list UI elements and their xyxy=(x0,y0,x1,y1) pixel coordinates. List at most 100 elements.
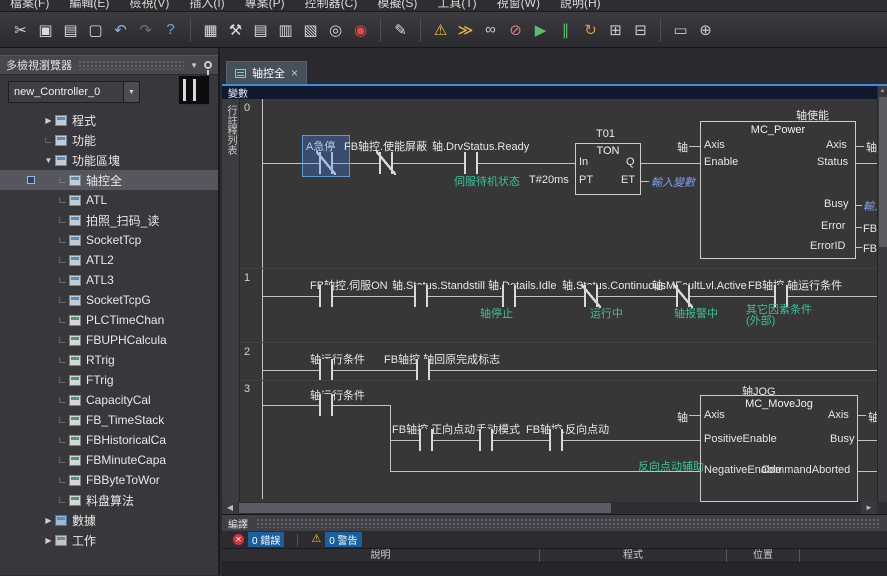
tree-item-10[interactable]: ∟PLCTimeChan xyxy=(0,310,218,330)
tree-item-20[interactable]: ▶數據 xyxy=(0,510,218,530)
error-output-var[interactable]: FB轴 xyxy=(863,220,877,236)
run-icon[interactable]: ▶ xyxy=(528,17,553,43)
tree-item-19[interactable]: ∟料盘算法 xyxy=(0,490,218,510)
no-contact[interactable] xyxy=(319,394,333,416)
timer-instance-label[interactable]: T01 xyxy=(596,128,615,140)
menu-item-5[interactable]: 控制器(C) xyxy=(305,0,358,11)
no-contact[interactable] xyxy=(319,359,333,381)
monitor-icon[interactable]: ∞ xyxy=(478,17,503,43)
menu-item-9[interactable]: 說明(H) xyxy=(560,0,601,11)
variable-table-icon[interactable]: ▤ xyxy=(248,17,273,43)
rung-number-3[interactable]: 3 xyxy=(244,383,250,395)
variables-bar[interactable]: 變數 xyxy=(222,86,877,99)
tab-axis-control[interactable]: 轴控全 × xyxy=(226,61,307,84)
rung-number-0[interactable]: 0 xyxy=(244,102,250,114)
tree-item-11[interactable]: ∟FBUPHCalcula xyxy=(0,330,218,350)
rung-number-1[interactable]: 1 xyxy=(244,272,250,284)
no-contact[interactable] xyxy=(414,285,428,307)
cut-icon[interactable]: ✂ xyxy=(8,17,33,43)
undo-icon[interactable]: ↶ xyxy=(108,17,133,43)
nc-contact[interactable] xyxy=(584,285,598,307)
no-contact[interactable] xyxy=(479,429,493,451)
build-check-icon[interactable]: ⚠ xyxy=(428,17,453,43)
ladder-canvas[interactable]: 0 1 2 3 A急停 FB轴控.使能屏蔽 轴.DrvStatus.Ready … xyxy=(240,99,877,502)
tree-item-14[interactable]: ∟CapacityCal xyxy=(0,390,218,410)
redo-icon[interactable]: ↷ xyxy=(133,17,158,43)
stop-monitor-icon[interactable]: ⊘ xyxy=(503,17,528,43)
tree-item-13[interactable]: ∟FTrig xyxy=(0,370,218,390)
busy-output-var[interactable]: 輸入 xyxy=(863,198,877,214)
tree-item-17[interactable]: ∟FBMinuteCapa xyxy=(0,450,218,470)
rebuild-icon[interactable]: ≫ xyxy=(453,17,478,43)
operand-label[interactable]: 轴.Details.Idle xyxy=(488,277,556,293)
build-result-list[interactable] xyxy=(222,563,887,576)
operand-label[interactable]: 轴.Status.Continuous xyxy=(562,277,666,293)
menu-item-4[interactable]: 專案(P) xyxy=(245,0,285,11)
menu-item-2[interactable]: 檢視(V) xyxy=(129,0,169,11)
chevron-down-icon[interactable]: ▼ xyxy=(190,61,198,70)
errorid-output-var[interactable]: FB轴 xyxy=(863,240,877,256)
project-window-icon[interactable]: ▦ xyxy=(198,17,223,43)
operand-label[interactable]: 轴.MFaultLvl.Active xyxy=(652,277,747,293)
transfer-icon[interactable]: ⊟ xyxy=(628,17,653,43)
search-icon[interactable]: ◎ xyxy=(323,17,348,43)
tree-item-18[interactable]: ∟FBByteToWor xyxy=(0,470,218,490)
tree-item-15[interactable]: ∟FB_TimeStack xyxy=(0,410,218,430)
edit-mode-icon[interactable]: ✎ xyxy=(388,17,413,43)
operand-label[interactable]: 轴.DrvStatus.Ready xyxy=(432,138,529,154)
operand-label[interactable]: FB轴控.轴回原完成标志 xyxy=(384,351,500,367)
delete-icon[interactable]: ▢ xyxy=(83,17,108,43)
vertical-scrollbar-thumb[interactable] xyxy=(879,97,887,247)
cross-reference-icon[interactable]: ▧ xyxy=(298,17,323,43)
tree-item-16[interactable]: ∟FBHistoricalCa xyxy=(0,430,218,450)
zoom-icon[interactable]: ⊕ xyxy=(693,17,718,43)
rung-number-2[interactable]: 2 xyxy=(244,346,250,358)
io-refresh-icon[interactable]: ⊞ xyxy=(603,17,628,43)
pin-icon[interactable] xyxy=(204,61,212,69)
nc-contact[interactable] xyxy=(379,152,393,174)
ton-block[interactable]: TON xyxy=(575,143,641,195)
horizontal-scrollbar-thumb[interactable] xyxy=(239,503,611,513)
no-contact[interactable] xyxy=(319,285,333,307)
copy-icon[interactable]: ▣ xyxy=(33,17,58,43)
close-icon[interactable]: × xyxy=(291,66,298,80)
operand-label[interactable]: 轴.Status.Standstill xyxy=(392,277,485,293)
scroll-right-icon[interactable]: ► xyxy=(861,502,877,514)
tools-icon[interactable]: ⚒ xyxy=(223,17,248,43)
scroll-up-icon[interactable]: ▲ xyxy=(878,86,887,96)
tree-item-4[interactable]: ∟ATL xyxy=(0,190,218,210)
tree-item-2[interactable]: ▼功能區塊 xyxy=(0,150,218,170)
no-contact[interactable] xyxy=(419,429,433,451)
menu-item-3[interactable]: 插入(I) xyxy=(189,0,224,11)
tree-item-0[interactable]: ▶程式 xyxy=(0,110,218,130)
io-map-icon[interactable]: ▥ xyxy=(273,17,298,43)
menu-item-7[interactable]: 工具(T) xyxy=(437,0,476,11)
timer-et-output[interactable]: 輸入變數 xyxy=(651,174,695,190)
select-rect-icon[interactable]: ▭ xyxy=(668,17,693,43)
chevron-down-icon[interactable]: ▼ xyxy=(123,82,139,102)
operand-label[interactable]: FB轴控.正向点动 xyxy=(392,421,475,437)
timer-preset-value[interactable]: T#20ms xyxy=(529,174,569,186)
no-contact[interactable] xyxy=(416,359,430,381)
axis-input-var[interactable]: 轴 xyxy=(677,139,688,155)
tree-item-1[interactable]: ∟功能 xyxy=(0,130,218,150)
horizontal-scrollbar[interactable]: ◀ ► xyxy=(222,502,887,514)
menu-item-8[interactable]: 視窗(W) xyxy=(497,0,540,11)
axis-output-var[interactable]: 轴 xyxy=(868,409,877,425)
menu-item-0[interactable]: 檔案(F) xyxy=(10,0,49,11)
expander-icon[interactable]: ▶ xyxy=(42,516,55,525)
tree-item-6[interactable]: ∟SocketTcp xyxy=(0,230,218,250)
help-icon[interactable]: ? xyxy=(158,17,183,43)
tree-item-9[interactable]: ∟SocketTcpG xyxy=(0,290,218,310)
errors-tab[interactable]: ✕ 0 錯誤 xyxy=(226,532,291,548)
tree-item-12[interactable]: ∟RTrig xyxy=(0,350,218,370)
controller-selector[interactable]: new_Controller_0 ▼ xyxy=(8,81,140,103)
reset-icon[interactable]: ↻ xyxy=(578,17,603,43)
axis-output-var[interactable]: 轴 xyxy=(866,139,877,155)
menu-item-6[interactable]: 模擬(S) xyxy=(377,0,417,11)
no-contact[interactable] xyxy=(502,285,516,307)
pause-icon[interactable]: ∥ xyxy=(553,17,578,43)
line-comment-list-tab[interactable]: 行註釋列表 xyxy=(222,99,240,502)
menu-item-1[interactable]: 編輯(E) xyxy=(69,0,109,11)
scroll-left-icon[interactable]: ◀ xyxy=(222,502,238,514)
